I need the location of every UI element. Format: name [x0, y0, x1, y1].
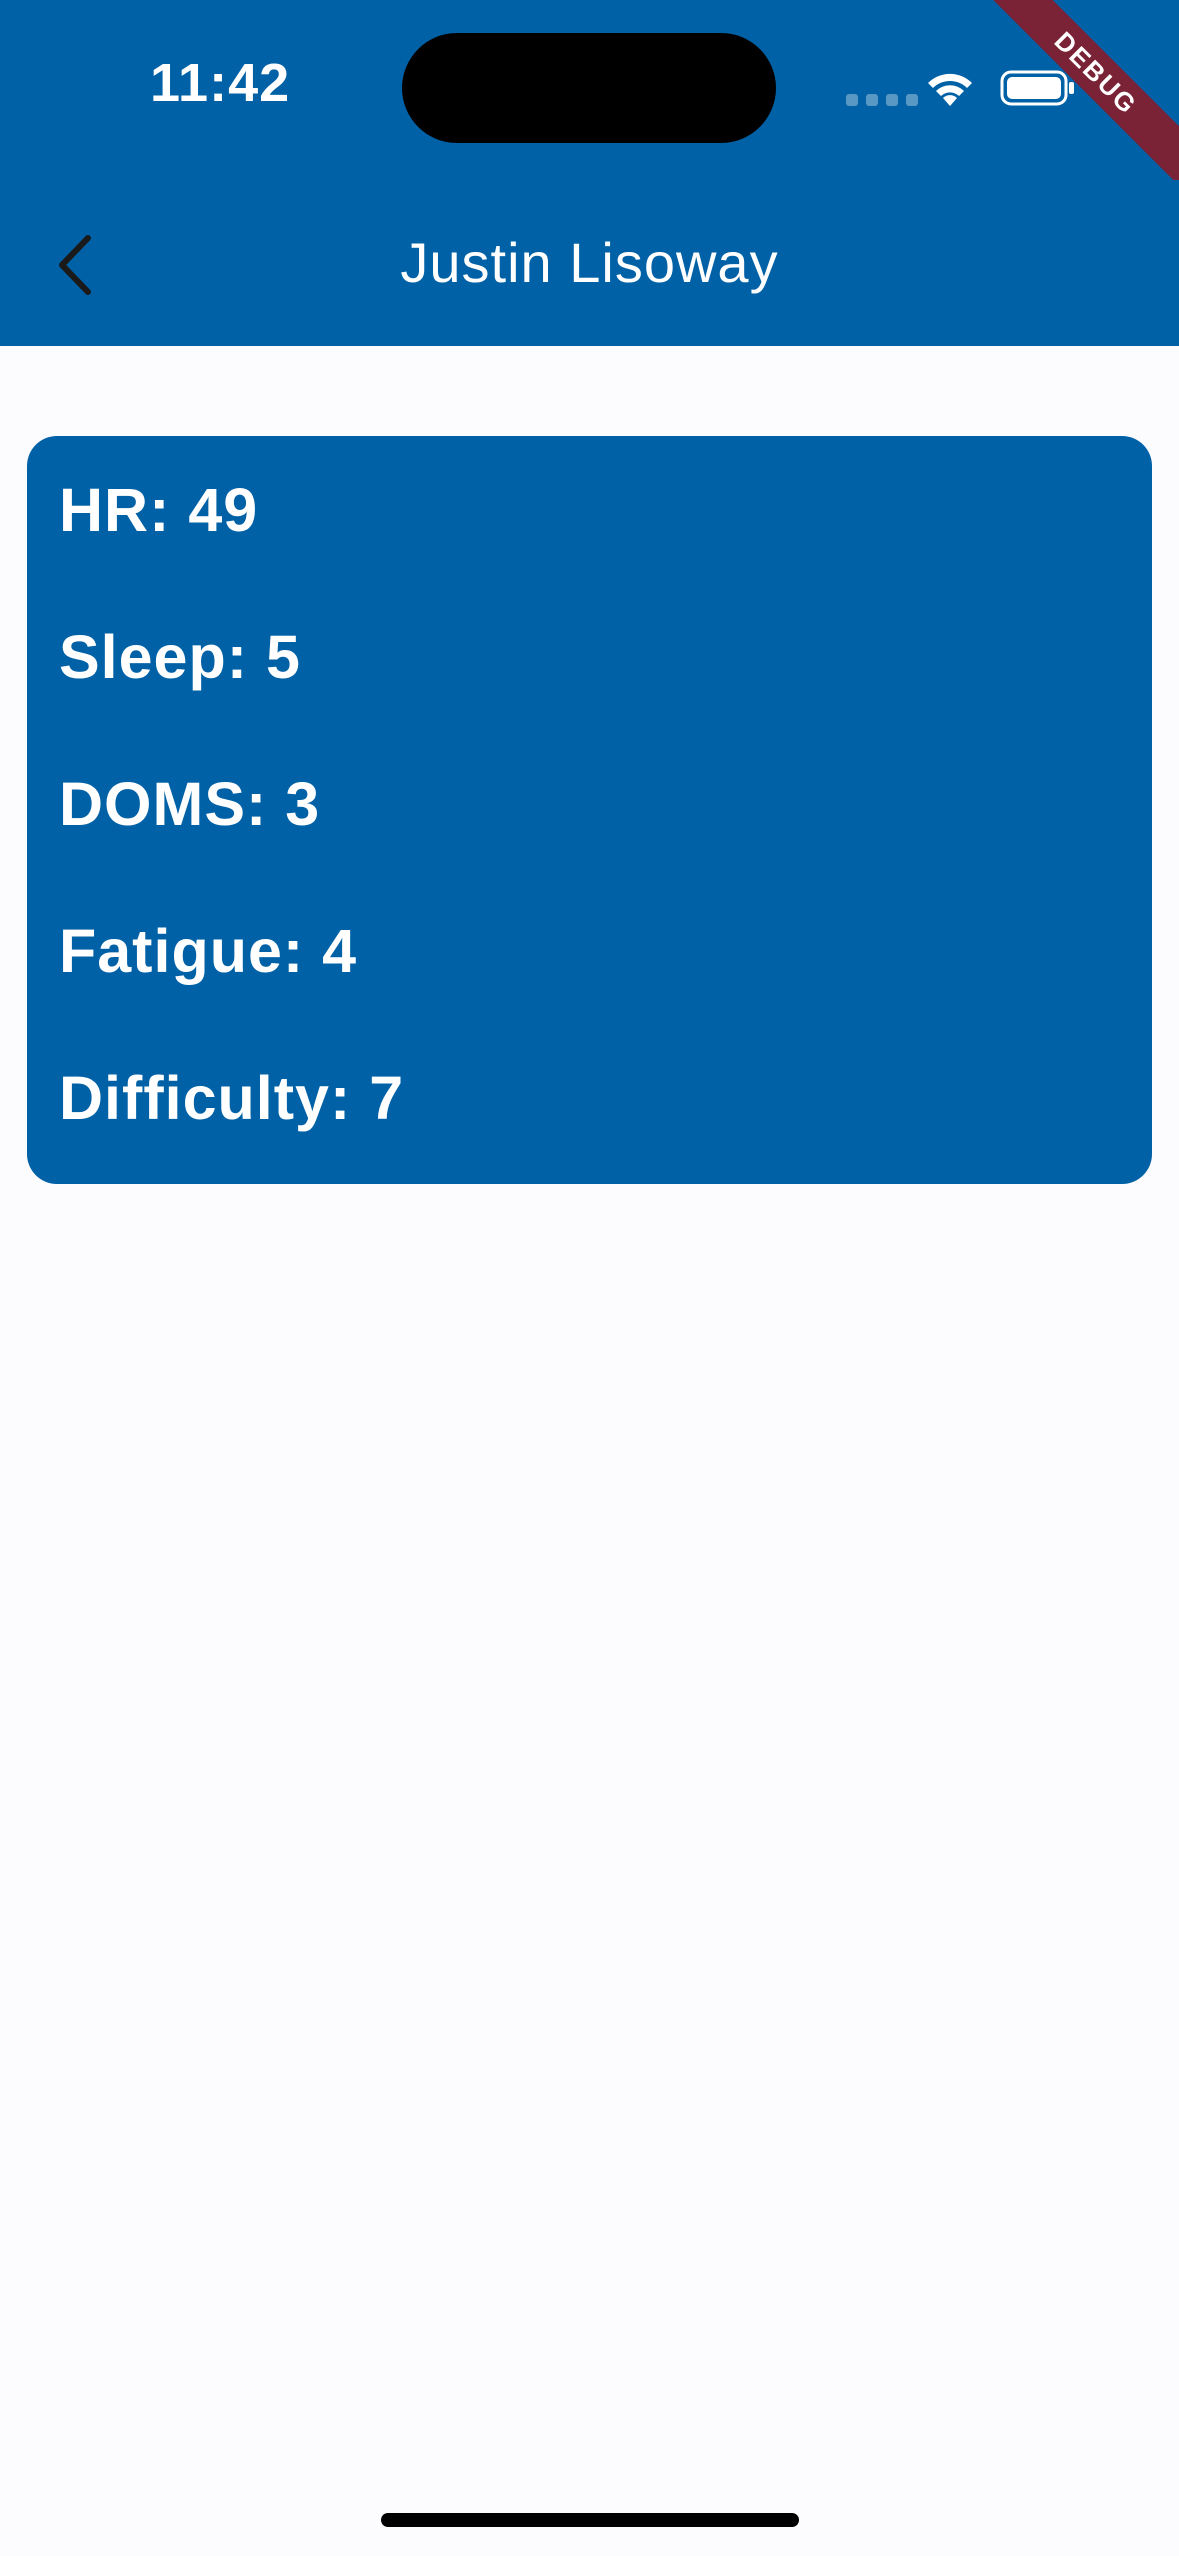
- cellular-signal-icon: [846, 94, 918, 106]
- stat-doms: DOMS: 3: [59, 770, 321, 838]
- battery-icon: [1000, 70, 1074, 106]
- status-bar: 11:42 DEBUG: [0, 0, 1179, 184]
- status-time: 11:42: [150, 53, 291, 113]
- stats-card: HR: 49 Sleep: 5 DOMS: 3 Fatigue: 4 Diffi…: [27, 436, 1152, 1184]
- stat-hr: HR: 49: [59, 476, 259, 544]
- dynamic-island: [402, 33, 776, 143]
- stat-difficulty: Difficulty: 7: [59, 1064, 405, 1132]
- stat-fatigue: Fatigue: 4: [59, 917, 358, 985]
- back-button[interactable]: [30, 220, 120, 310]
- chevron-left-icon: [59, 235, 91, 295]
- wifi-icon: [928, 73, 972, 106]
- home-indicator[interactable]: [381, 2513, 799, 2527]
- stat-sleep: Sleep: 5: [59, 623, 301, 691]
- app-bar: Justin Lisoway: [0, 180, 1179, 346]
- page-title: Justin Lisoway: [400, 231, 779, 294]
